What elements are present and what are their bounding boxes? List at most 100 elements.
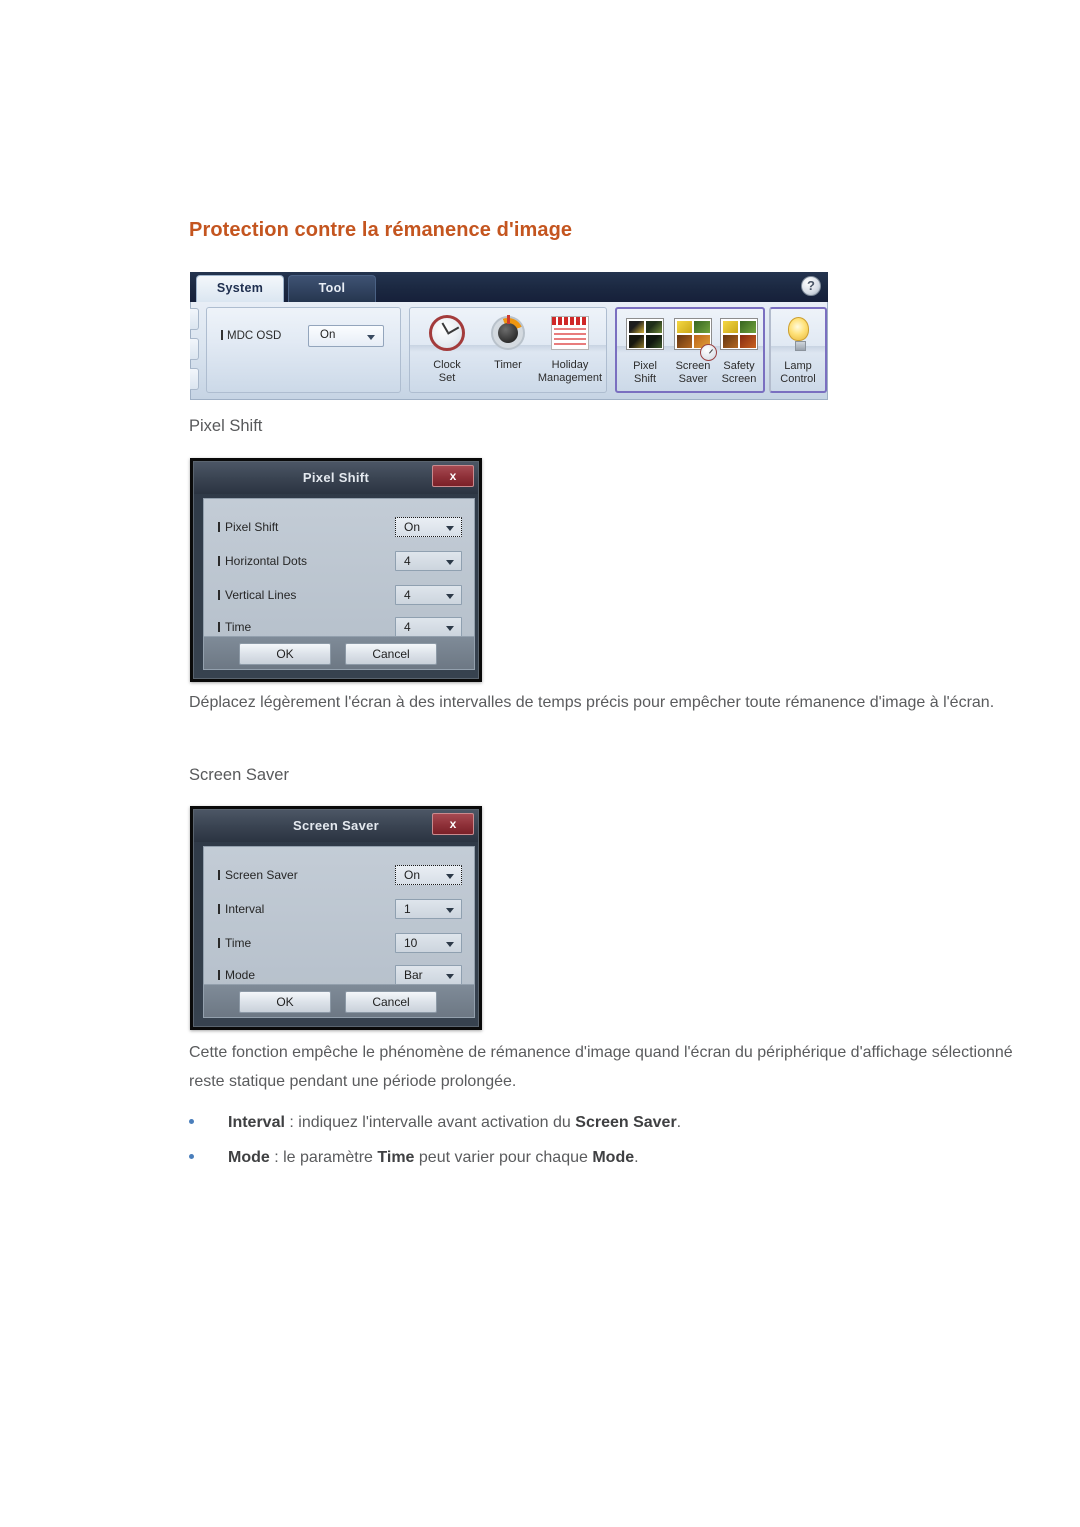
field-value: On [404,520,421,534]
mdc-osd-dropdown[interactable]: On [308,325,384,347]
toolbar-item-label: Clock Set [433,359,461,384]
dialog-field-area: Screen Saver On Interval 1 Time 10 Mode … [203,846,475,988]
field-label: Screen Saver [218,868,298,882]
chevron-down-icon [446,626,454,631]
chevron-down-icon [367,335,375,340]
toolbar-item-label: Timer [494,359,522,371]
screen-saver-dropdown[interactable]: On [395,865,462,885]
toolbar-item-timer[interactable]: Timer [477,314,539,372]
field-label: Time [218,936,251,950]
mdc-osd-value: On [320,329,336,341]
chevron-down-icon [446,974,454,979]
clock-icon [424,314,470,358]
list-item-mid: : le paramètre [269,1149,378,1166]
field-row: Pixel Shift On [218,517,462,539]
close-icon[interactable]: x [432,813,474,835]
safety-screen-icon [716,315,762,359]
cancel-button[interactable]: Cancel [345,991,437,1013]
list-item-term: Interval [228,1114,285,1131]
list-item-tail: . [634,1149,639,1166]
section-title-screen-saver: Screen Saver [189,766,289,784]
cancel-button[interactable]: Cancel [345,643,437,665]
paragraph-screen-saver: Cette fonction empêche le phénomène de r… [189,1044,1013,1090]
mdc-toolbar-body: MDC OSD On Clock Set Timer Holiday Manag… [190,302,828,400]
panel-stub-bottom [190,368,199,390]
list-item-tail: . [676,1114,682,1131]
dialog-footer: OK Cancel [203,984,475,1018]
field-value: On [404,868,421,882]
mdc-tab-bar: System Tool ? [190,272,828,302]
calendar-icon [547,314,593,358]
chevron-down-icon [446,526,454,531]
field-value: 4 [404,588,411,602]
field-label: Time [218,620,251,634]
document-page: Protection contre la rémanence d'image S… [0,0,1080,1527]
list-item-strong: Time [377,1149,415,1166]
pixel-shift-dialog: Pixel Shift x Pixel Shift On Horizontal … [190,458,482,682]
field-label: Interval [218,902,264,916]
field-row: Time 10 [218,933,462,955]
time-dropdown[interactable]: 4 [395,617,462,637]
list-item-strong2: Mode [592,1149,635,1166]
list-item-text: Mode : le paramètre Time peut varier pou… [228,1145,1017,1171]
field-value: Bar [404,968,423,982]
time-dropdown[interactable]: 10 [395,933,462,953]
toolbar-item-label: Holiday Management [537,359,603,384]
mdc-osd-label: MDC OSD [221,330,281,342]
chevron-down-icon [446,874,454,879]
list-item-mid: : indiquez l'intervalle avant activation… [284,1114,576,1131]
chevron-down-icon [446,594,454,599]
field-label: Pixel Shift [218,520,278,534]
list-item: Interval : indiquez l'intervalle avant a… [189,1110,1017,1136]
bullet-icon [189,1154,194,1159]
chevron-down-icon [446,560,454,565]
interval-dropdown[interactable]: 1 [395,899,462,919]
image-protection-panel: Pixel Shift Screen Saver Safety Screen [615,307,765,393]
field-row: Screen Saver On [218,865,462,887]
list-item-strong: Screen Saver [575,1114,677,1131]
field-row: Vertical Lines 4 [218,585,462,607]
list-item-term: Mode [228,1149,270,1166]
field-value: 4 [404,554,411,568]
toolbar-item-holiday-management[interactable]: Holiday Management [536,314,604,384]
field-value: 10 [404,936,418,950]
dialog-field-area: Pixel Shift On Horizontal Dots 4 Vertica… [203,498,475,640]
mdc-toolbar-screenshot: System Tool ? MDC OSD On Clock Set Timer… [190,272,828,400]
lamp-icon [775,315,821,359]
toolbar-item-lamp-control[interactable]: Lamp Control [767,315,829,385]
toolbar-item-label: Safety Screen [721,360,757,385]
horizontal-dots-dropdown[interactable]: 4 [395,551,462,571]
field-value: 1 [404,902,411,916]
chevron-down-icon [446,942,454,947]
field-row: Horizontal Dots 4 [218,551,462,573]
tab-tool[interactable]: Tool [288,275,376,302]
vertical-lines-dropdown[interactable]: 4 [395,585,462,605]
panel-stub-top [190,308,199,330]
ok-button[interactable]: OK [239,643,331,665]
mode-dropdown[interactable]: Bar [395,965,462,985]
section-title-pixel-shift: Pixel Shift [189,417,263,435]
mdc-osd-panel: MDC OSD On [206,307,401,393]
field-value: 4 [404,620,411,634]
field-label: Horizontal Dots [218,554,307,568]
pixel-shift-dropdown[interactable]: On [395,517,462,537]
toolbar-item-label: Lamp Control [780,360,816,385]
help-icon[interactable]: ? [801,276,821,296]
paragraph-pixel-shift: Déplacez légèrement l'écran à des interv… [189,694,995,711]
time-settings-panel: Clock Set Timer Holiday Management [409,307,607,393]
list-item-mid2: peut varier pour chaque [414,1149,593,1166]
toolbar-item-safety-screen[interactable]: Safety Screen [708,315,770,385]
chevron-down-icon [446,908,454,913]
field-row: Interval 1 [218,899,462,921]
page-title: Protection contre la rémanence d'image [189,219,573,241]
bullet-icon [189,1119,194,1124]
ok-button[interactable]: OK [239,991,331,1013]
field-label: Mode [218,968,255,982]
tab-system[interactable]: System [196,275,284,302]
timer-icon [485,314,531,358]
panel-stub-mid [190,338,199,360]
close-icon[interactable]: x [432,465,474,487]
toolbar-item-clock-set[interactable]: Clock Set [416,314,478,384]
dialog-footer: OK Cancel [203,636,475,670]
screen-saver-dialog: Screen Saver x Screen Saver On Interval … [190,806,482,1030]
